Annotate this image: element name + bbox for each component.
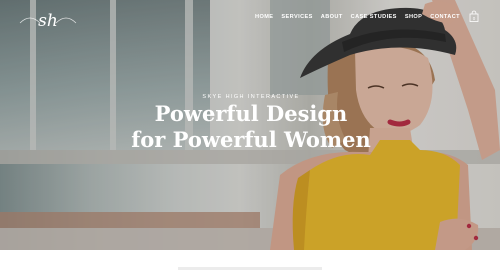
hero-section: sh HOME SERVICES ABOUT CASE STUDIES SHOP…: [0, 0, 500, 250]
logo-text: sh: [38, 11, 58, 31]
nav-item-home[interactable]: HOME: [255, 14, 273, 20]
main-nav: HOME SERVICES ABOUT CASE STUDIES SHOP CO…: [255, 14, 460, 20]
headline-line-1: Powerful Design: [154, 101, 348, 126]
nav-item-shop[interactable]: SHOP: [405, 14, 422, 20]
hero-headline: Powerful Design for Powerful Women: [120, 101, 382, 153]
cart-icon[interactable]: 0: [469, 10, 479, 22]
headline-line-2: for Powerful Women: [131, 127, 371, 152]
nav-item-case-studies[interactable]: CASE STUDIES: [351, 14, 397, 20]
site-logo[interactable]: sh: [18, 3, 78, 35]
nav-item-contact[interactable]: CONTACT: [430, 14, 460, 20]
hero-eyebrow: SKYE HIGH INTERACTIVE: [202, 94, 300, 100]
nav-item-about[interactable]: ABOUT: [321, 14, 343, 20]
nav-item-services[interactable]: SERVICES: [281, 14, 312, 20]
cart-count: 0: [473, 16, 476, 21]
